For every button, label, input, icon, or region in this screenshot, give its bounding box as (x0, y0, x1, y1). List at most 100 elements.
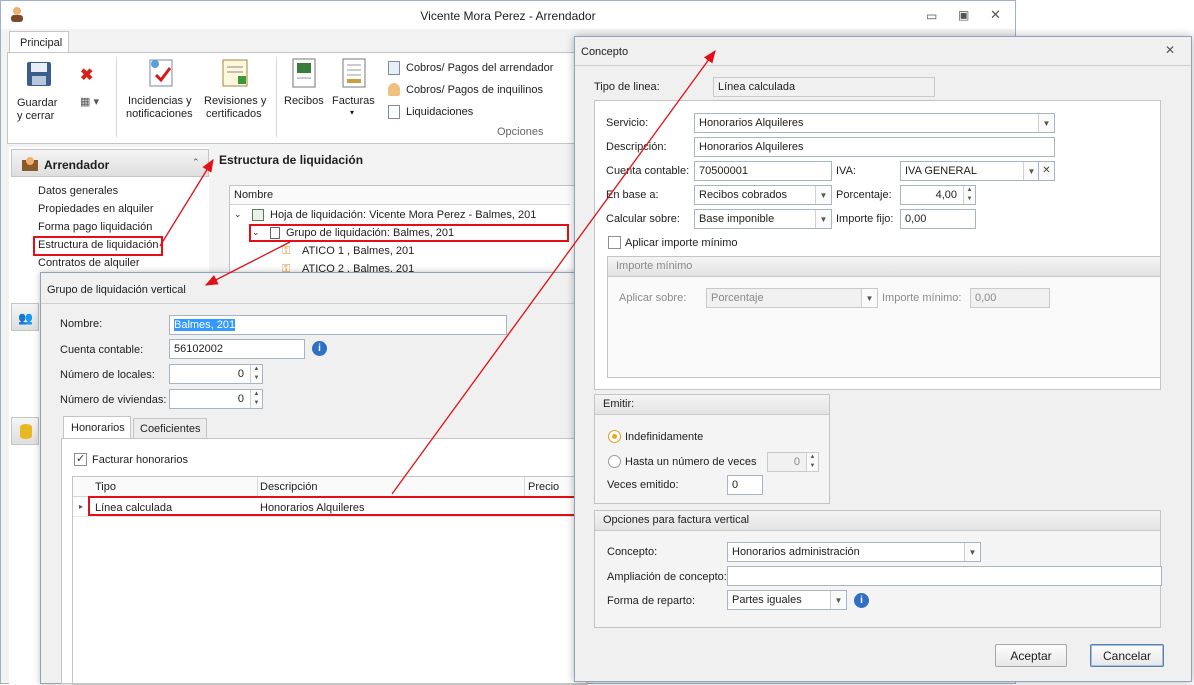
viviendas-stepper[interactable]: 0 ▲ ▼ (169, 389, 263, 409)
ampliacion-label: Ampliación de concepto: (607, 571, 727, 583)
ribbon-tab-principal[interactable]: Principal (9, 31, 69, 53)
minimize-icon[interactable]: ▭ (926, 9, 937, 23)
receipt-icon (290, 57, 320, 92)
opciones-factura-header: Opciones para factura vertical (595, 511, 1160, 531)
emitir-header: Emitir: (595, 395, 829, 415)
cuenta-contable-label: Cuenta contable: (60, 344, 144, 356)
main-title-bar: Vicente Mora Perez - Arrendador ▭ ▣ ✕ (1, 1, 1015, 29)
dialog-close-icon[interactable]: ✕ (1165, 43, 1175, 57)
aplicar-minimo-checkbox[interactable] (608, 236, 621, 249)
sidebar-item-contratos[interactable]: Contratos de alquiler (38, 257, 140, 269)
clear-icon: ✕ (1042, 165, 1051, 176)
ampliacion-input[interactable] (727, 566, 1162, 586)
aceptar-button[interactable]: Aceptar (995, 644, 1067, 667)
tree-row[interactable]: ⌄ Grupo de liquidación: Balmes, 201 (252, 226, 572, 242)
descripcion-input[interactable]: Honorarios Alquileres (694, 137, 1055, 157)
expand-chevron-icon[interactable]: ⌄ (252, 227, 260, 238)
info-icon[interactable]: i (312, 341, 327, 356)
group-icon (270, 227, 280, 239)
cuenta-label: Cuenta contable: (606, 165, 690, 177)
tab-honorarios[interactable]: Honorarios (63, 416, 131, 439)
sidebar-item-datos-generales[interactable]: Datos generales (38, 185, 118, 197)
spin-arrows-icon[interactable]: ▲ ▼ (250, 365, 262, 383)
calcular-select[interactable]: Base imponible ▼ (694, 209, 832, 229)
grupo-dialog: Grupo de liquidación vertical Nombre: Ba… (40, 272, 588, 685)
importe-minimo-header: Importe mínimo (608, 257, 1160, 277)
calculator-icon (388, 61, 400, 75)
hasta-radio[interactable] (608, 455, 621, 468)
incidencias-button[interactable]: Incidencias y notificaciones (126, 57, 196, 129)
importe-fijo-label: Importe fijo: (836, 213, 894, 225)
tab-coeficientes[interactable]: Coeficientes (133, 418, 207, 439)
recibos-button[interactable]: Recibos (282, 57, 326, 117)
concepto-main-panel: Servicio: Honorarios Alquileres ▼ Descri… (594, 100, 1161, 390)
spin-arrows-icon[interactable]: ▲ ▼ (963, 186, 975, 204)
row-tipo: Línea calculada (95, 502, 173, 514)
row-indicator-icon: ▸ (79, 502, 84, 511)
facturas-button[interactable]: Facturas ▾ (330, 57, 380, 129)
sidebar-header-arrendador[interactable]: Arrendador ⌃ (11, 149, 209, 177)
ribbon-group-opciones: Opciones (497, 126, 544, 138)
honorarios-grid: Tipo Descripción Precio ▸ Línea calculad… (72, 476, 588, 685)
cobros-inquilinos-button[interactable]: Cobros/ Pagos de inquilinos (386, 81, 576, 99)
iva-select[interactable]: IVA GENERAL ▼ (900, 161, 1040, 181)
sidebar-item-estructura[interactable]: Estructura de liquidación (38, 239, 158, 251)
en-base-select[interactable]: Recibos cobrados ▼ (694, 185, 832, 205)
chevron-down-icon[interactable]: ▼ (964, 543, 980, 561)
cuenta-input[interactable]: 70500001 (694, 161, 832, 181)
chevron-down-icon[interactable]: ▼ (1023, 162, 1039, 180)
tree-row[interactable]: ⌄ Hoja de liquidación: Vicente Mora Pere… (234, 208, 564, 224)
locales-stepper[interactable]: 0 ▲ ▼ (169, 364, 263, 384)
maximize-icon[interactable]: ▣ (958, 8, 969, 22)
tree-row[interactable]: ⚿ ATICO 1 , Balmes, 201 (282, 244, 542, 260)
spin-arrows-icon[interactable]: ▲ ▼ (250, 390, 262, 408)
importe-minimo-group: Importe mínimo Aplicar sobre: Porcentaje… (607, 256, 1161, 378)
expand-chevron-icon[interactable]: ⌄ (234, 209, 242, 220)
tree-column-header[interactable]: Nombre (230, 186, 570, 205)
revisiones-button[interactable]: Revisiones y certificados (202, 57, 268, 129)
facturar-checkbox[interactable]: ✓ (74, 453, 87, 466)
chevron-down-icon[interactable]: ▼ (815, 186, 831, 204)
grid-header-tipo[interactable]: Tipo (95, 481, 116, 493)
veces-label: Veces emitido: (607, 479, 679, 491)
importe-fijo-input[interactable]: 0,00 (900, 209, 976, 229)
collapse-chevron-up-icon[interactable]: ⌃ (192, 157, 200, 168)
clear-iva-button[interactable]: ✕ (1038, 161, 1055, 181)
info-icon[interactable]: i (854, 593, 869, 608)
viviendas-label: Número de viviendas: (60, 394, 167, 406)
grupo-dialog-title: Grupo de liquidación vertical (47, 284, 186, 296)
table-row[interactable]: ▸ Línea calculada Honorarios Alquileres (73, 499, 587, 517)
sidebar-item-propiedades[interactable]: Propiedades en alquiler (38, 203, 154, 215)
cuenta-contable-input[interactable]: 56102002 (169, 339, 305, 359)
sidebar-section-people[interactable]: 👥 (11, 303, 39, 331)
forma-reparto-select[interactable]: Partes iguales ▼ (727, 590, 847, 610)
concepto-label: Concepto: (607, 546, 658, 558)
liquidation-icon (388, 105, 400, 119)
grid-header-precio[interactable]: Precio (528, 481, 559, 493)
hasta-stepper: 0 ▲ ▼ (767, 452, 819, 472)
nombre-label: Nombre: (60, 318, 103, 330)
tab-content: ✓ Facturar honorarios Tipo Descripción P… (61, 438, 588, 685)
close-icon[interactable]: ✕ (990, 7, 1001, 23)
sidebar-item-forma-pago[interactable]: Forma pago liquidación (38, 221, 152, 233)
cobros-arrendador-button[interactable]: Cobros/ Pagos del arrendador (386, 59, 576, 77)
aplicar-minimo-label: Aplicar importe mínimo (625, 237, 738, 249)
liquidaciones-button[interactable]: Liquidaciones (386, 103, 576, 121)
grid-header-descripcion[interactable]: Descripción (260, 481, 317, 493)
porcentaje-stepper[interactable]: 4,00 ▲ ▼ (900, 185, 976, 205)
chevron-down-icon[interactable]: ▼ (830, 591, 846, 609)
cancelar-button[interactable]: Cancelar (1090, 644, 1164, 667)
calculator-dropdown-icon[interactable]: ▦ ▾ (80, 95, 99, 108)
sidebar-section-database[interactable] (11, 417, 39, 445)
indefinidamente-radio[interactable] (608, 430, 621, 443)
chevron-down-icon[interactable]: ▼ (1038, 114, 1054, 132)
concepto-dialog-title: Concepto (581, 46, 629, 58)
invoice-icon (340, 57, 370, 92)
concepto-select[interactable]: Honorarios administración ▼ (727, 542, 981, 562)
main-window-title: Vicente Mora Perez - Arrendador (420, 9, 596, 23)
chevron-down-icon[interactable]: ▼ (815, 210, 831, 228)
save-close-button[interactable]: Guardar y cerrar (12, 59, 64, 129)
servicio-select[interactable]: Honorarios Alquileres ▼ (694, 113, 1055, 133)
delete-icon[interactable]: ✖ (80, 65, 93, 85)
nombre-input[interactable]: Balmes, 201 (169, 315, 507, 335)
